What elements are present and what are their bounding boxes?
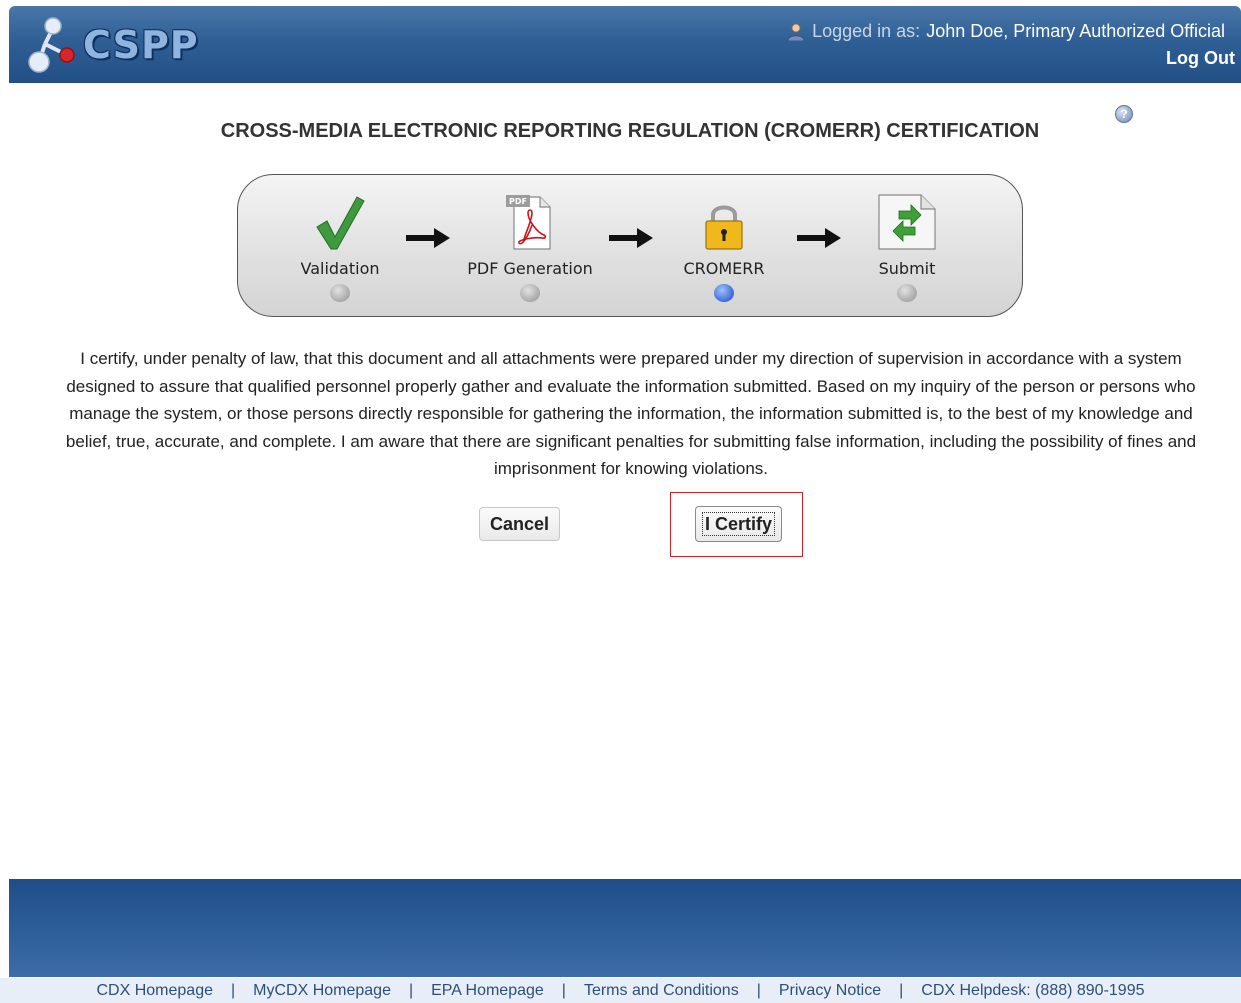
- step-submit: Submit: [832, 185, 982, 302]
- logout-link[interactable]: Log Out: [1166, 48, 1235, 69]
- arrow-right-icon: [406, 228, 450, 248]
- step-pdf-generation: PDF PDF Generation: [455, 185, 605, 302]
- logged-in-label: Logged in as:: [812, 21, 921, 41]
- cancel-button[interactable]: Cancel: [479, 507, 560, 541]
- step-label: CROMERR: [683, 259, 765, 278]
- arrow-right-icon: [609, 228, 653, 248]
- certify-button-label: I Certify: [701, 511, 776, 536]
- step-validation: Validation: [265, 185, 415, 302]
- checkmark-icon: [316, 196, 365, 250]
- lock-icon: [705, 205, 743, 250]
- step-cromerr: CROMERR: [649, 185, 799, 302]
- progress-stepper: Validation PDF PDF Generation CROMERR Su…: [237, 174, 1023, 317]
- user-info: Logged in as: John Doe, Primary Authoriz…: [786, 21, 1225, 42]
- logo-text: CSPP: [83, 23, 199, 67]
- footer-link-epa-homepage[interactable]: EPA Homepage: [431, 982, 544, 1000]
- footer-band: [9, 879, 1241, 977]
- footer-separator: |: [561, 981, 566, 999]
- step-label: PDF Generation: [467, 259, 593, 278]
- footer-link-mycdx-homepage[interactable]: MyCDX Homepage: [253, 982, 391, 1000]
- footer-link-cdx-homepage[interactable]: CDX Homepage: [96, 982, 213, 1000]
- pdf-icon: PDF: [506, 195, 551, 250]
- cspp-logo: CSPP: [25, 14, 199, 76]
- step-indicator: [330, 284, 350, 302]
- footer-link-terms[interactable]: Terms and Conditions: [584, 982, 739, 1000]
- footer-separator: |: [230, 981, 236, 999]
- footer-separator: |: [899, 981, 904, 999]
- step-indicator: [897, 284, 917, 302]
- user-name: John Doe, Primary Authorized Official: [926, 21, 1225, 41]
- molecule-logo-icon: [28, 17, 75, 73]
- certify-button[interactable]: I Certify: [695, 506, 782, 542]
- step-indicator-active: [714, 284, 734, 302]
- footer-separator: |: [756, 981, 761, 999]
- submit-document-icon: [878, 194, 936, 250]
- footer-link-helpdesk[interactable]: CDX Helpdesk: (888) 890-1995: [921, 982, 1144, 1000]
- step-indicator: [520, 284, 540, 302]
- footer-links: CDX Homepage | MyCDX Homepage | EPA Home…: [0, 978, 1241, 1003]
- user-icon: [787, 23, 805, 41]
- certification-statement: I certify, under penalty of law, that th…: [65, 349, 1197, 478]
- footer-separator: |: [408, 981, 414, 999]
- footer-link-privacy[interactable]: Privacy Notice: [779, 982, 881, 1000]
- page-title: CROSS-MEDIA ELECTRONIC REPORTING REGULAT…: [220, 120, 1040, 142]
- svg-text:PDF: PDF: [509, 197, 527, 206]
- header-bar: CSPP Logged in as: John Doe, Primary Aut…: [9, 6, 1241, 83]
- step-label: Validation: [300, 259, 380, 278]
- step-label: Submit: [878, 259, 936, 278]
